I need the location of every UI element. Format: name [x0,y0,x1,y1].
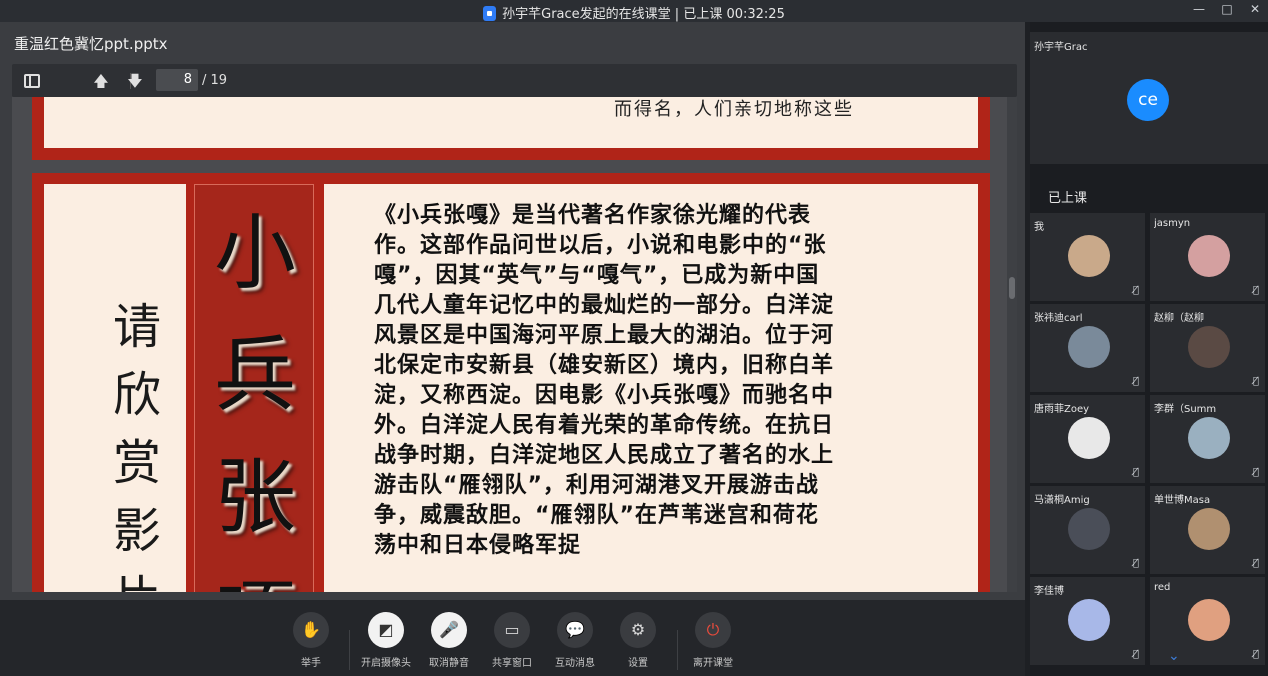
unmute-label: 取消静音 [429,658,469,669]
avatar [1188,326,1230,368]
mic-off-icon: 🎙̸ [1252,376,1259,387]
leave-class-label: 离开课堂 [693,658,733,669]
participant-name: 李佳博 [1034,586,1064,597]
participant-name: 李群（Summ [1154,404,1217,415]
share-window-button[interactable]: ▭ 共享窗口 [482,612,542,669]
chevron-down-icon[interactable]: ⌄ [1168,648,1180,664]
mic-off-icon: 🎙̸ [1132,285,1139,296]
avatar [1188,235,1230,277]
participant-tile[interactable]: 李群（Summ 🎙̸ [1150,395,1265,483]
avatar [1068,599,1110,641]
arrow-up-icon[interactable]: 🡅 [92,72,110,90]
maximize-icon[interactable]: □ [1220,2,1234,16]
lock-icon [483,6,497,21]
close-icon[interactable]: ✕ [1248,2,1262,16]
participant-tile[interactable]: 马潇桐Amig 🎙̸ [1030,486,1145,574]
participant-tile[interactable]: 我 🎙̸ [1030,213,1145,301]
avatar [1188,599,1230,641]
raise-hand-label: 举手 [301,658,321,669]
mic-off-icon: 🎙̸ [1132,558,1139,569]
participant-tile[interactable]: 李佳博 🎙̸ [1030,577,1145,665]
participant-name: 马潇桐Amig [1034,495,1090,506]
slide-body-text: 《小兵张嘎》是当代著名作家徐光耀的代表作。这部作品问世以后，小说和电影中的“张嘎… [374,203,835,558]
slide-subtitle: 请欣赏影片 [112,299,161,592]
host-video-tile[interactable]: 孙宇芊Grac ce [1030,32,1268,164]
mic-off-icon: 🎙̸ [1252,649,1259,660]
host-name: 孙宇芊Grac [1034,42,1088,53]
raise-hand-button[interactable]: ✋ 举手 [281,612,341,669]
vertical-scrollbar[interactable] [1007,97,1017,592]
mic-off-icon: 🎙̸ [1252,558,1259,569]
mic-off-icon: 🎙̸ [1132,467,1139,478]
hand-icon: ✋ [293,612,329,648]
camera-button[interactable]: ◩ 开启摄像头 [356,612,416,669]
screen-share-icon: ▭ [494,612,530,648]
main-area: 重温红色冀忆ppt.pptx 🡅 🡇 8 / 19 而得名，人们亲切地称这些 请… [0,22,1025,676]
avatar [1188,417,1230,459]
avatar [1068,417,1110,459]
minimize-icon[interactable]: — [1192,2,1206,16]
window-title: 孙宇芊Grace发起的在线课堂 | 已上课 00:32:25 [0,3,1268,22]
avatar [1068,326,1110,368]
previous-slide-text: 而得名，人们亲切地称这些 [614,99,854,120]
participant-name: jasmyn [1154,218,1191,229]
document-toolbar: 🡅 🡇 8 / 19 [12,64,1017,97]
messages-button[interactable]: 💬 互动消息 [545,612,605,669]
avatar: ce [1127,79,1169,121]
participant-panel: 孙宇芊Grac ce 已上课 我 🎙̸ jasmyn 🎙̸ 张祎迪carl 🎙̸ 赵柳… [1030,22,1268,676]
mic-off-icon: 🎙̸ [1132,376,1139,387]
messages-label: 互动消息 [555,658,595,669]
participant-tile[interactable]: 张祎迪carl 🎙̸ [1030,304,1145,392]
previous-slide: 而得名，人们亲切地称这些 [32,97,990,160]
mic-off-icon: 🎙̸ [1132,649,1139,660]
participant-tile[interactable]: jasmyn 🎙̸ [1150,213,1265,301]
control-bar: ✋ 举手 ◩ 开启摄像头 🎤 取消静音 ▭ 共享窗口 💬 互动消息 ⚙ 设置 ⏻… [0,600,1025,676]
mic-off-icon: 🎙̸ [1252,467,1259,478]
participant-name: 单世博Masa [1154,495,1211,506]
unmute-button[interactable]: 🎤 取消静音 [419,612,479,669]
avatar [1188,508,1230,550]
chat-icon: 💬 [557,612,593,648]
power-icon: ⏻ [695,612,731,648]
document-panel: 重温红色冀忆ppt.pptx 🡅 🡇 8 / 19 而得名，人们亲切地称这些 请… [0,22,1025,600]
camera-off-icon: ◩ [368,612,404,648]
page-total: / 19 [202,73,228,88]
avatar [1068,508,1110,550]
settings-button[interactable]: ⚙ 设置 [608,612,668,669]
participant-name: 张祎迪carl [1034,313,1083,324]
mic-off-icon: 🎤 [431,612,467,648]
participant-name: 我 [1034,222,1044,233]
page-number-input[interactable]: 8 [156,69,198,91]
mic-off-icon: 🎙̸ [1252,285,1259,296]
slide-heading: 小兵张嘎 [213,206,296,592]
current-slide: 请欣赏影片 小兵张嘎 《小兵张嘎》是当代著名作家徐光耀的代表作。这部作品问世以后… [32,173,990,592]
avatar [1068,235,1110,277]
window-title-text: 孙宇芊Grace发起的在线课堂 | 已上课 00:32:25 [502,7,785,22]
settings-label: 设置 [628,658,648,669]
participant-tile[interactable]: 唐雨菲Zoey 🎙̸ [1030,395,1145,483]
document-title: 重温红色冀忆ppt.pptx [14,35,168,53]
slide-viewer[interactable]: 而得名，人们亲切地称这些 请欣赏影片 小兵张嘎 《小兵张嘎》是当代著名作家徐光耀… [12,97,1017,592]
participant-name: 唐雨菲Zoey [1034,404,1090,415]
section-label: 已上课 [1048,191,1088,206]
camera-label: 开启摄像头 [361,658,411,669]
participant-name: 赵柳（赵柳 [1154,313,1204,324]
arrow-down-icon[interactable]: 🡇 [126,72,144,90]
share-window-label: 共享窗口 [492,658,532,669]
leave-class-button[interactable]: ⏻ 离开课堂 [683,612,743,669]
participant-tile[interactable]: 赵柳（赵柳 🎙̸ [1150,304,1265,392]
title-bar: 孙宇芊Grace发起的在线课堂 | 已上课 00:32:25 — □ ✕ [0,0,1268,22]
sidebar-icon[interactable] [24,74,40,88]
participant-name: red [1154,582,1171,593]
participant-tile[interactable]: 单世博Masa 🎙̸ [1150,486,1265,574]
gear-icon: ⚙ [620,612,656,648]
scroll-thumb[interactable] [1009,277,1015,299]
